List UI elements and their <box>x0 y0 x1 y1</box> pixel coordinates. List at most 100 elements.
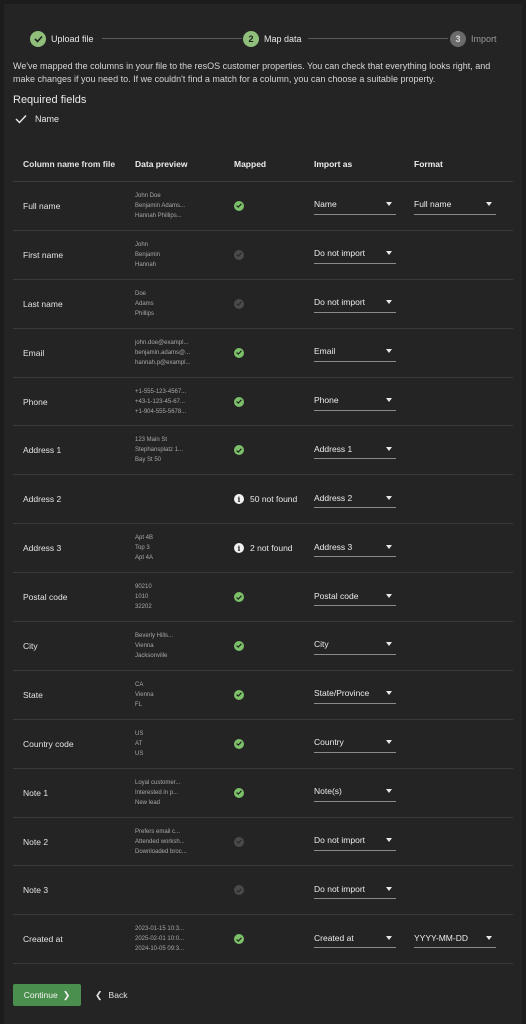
header-format: Format <box>414 158 443 169</box>
import-as-cell: Do not import <box>314 246 414 264</box>
footer-actions: Continue ❯ ❮ Back <box>13 984 127 1006</box>
caret-down-icon <box>386 789 392 794</box>
mapped-status-cell: i 2 not found <box>225 543 314 554</box>
select-value: State/Province <box>314 688 370 699</box>
import-as-select[interactable]: Do not import <box>314 881 396 900</box>
column-name-cell: State <box>23 689 43 700</box>
header-data-preview: Data preview <box>135 158 188 169</box>
preview-value: Prefers email c... <box>135 828 181 835</box>
select-value: Email <box>314 346 336 357</box>
import-as-select[interactable]: City <box>314 637 396 655</box>
table-row: Email john.doe@exampl... benjamin.adams@..… <box>13 329 513 378</box>
import-as-cell: Address 1 <box>314 441 414 460</box>
select-value: Do not import <box>314 248 366 259</box>
preview-value: Adams <box>135 300 154 307</box>
continue-button[interactable]: Continue ❯ <box>13 984 81 1006</box>
mapped-status-cell <box>225 689 314 700</box>
preview-value: 2025-02-01 10:0... <box>135 936 185 943</box>
required-field-label: Name <box>35 114 60 124</box>
preview-value: Top 3 <box>135 545 150 552</box>
column-name-cell: City <box>23 640 38 651</box>
column-name-cell: Address 2 <box>23 494 62 505</box>
preview-value: 1010 <box>135 594 149 601</box>
check-circle-icon <box>234 738 244 749</box>
mapped-status-cell <box>225 934 314 945</box>
select-value: Postal code <box>314 590 359 601</box>
import-as-select[interactable]: Created at <box>314 930 396 949</box>
import-as-select[interactable]: Address 2 <box>314 490 396 509</box>
preview-value: +43-1-123-45-67... <box>135 398 185 405</box>
caret-down-icon <box>386 593 392 598</box>
step-import: 3 Import <box>450 30 497 48</box>
mapped-status-cell: i 50 not found <box>225 494 314 505</box>
step-label: Upload file <box>51 34 94 44</box>
mapped-status-cell <box>225 640 314 651</box>
step-map-data: 2 Map data <box>243 30 302 48</box>
import-as-select[interactable]: Phone <box>314 393 396 411</box>
column-name-cell: Created at <box>23 934 63 945</box>
column-name-cell: Email <box>23 347 45 358</box>
import-as-select[interactable]: State/Province <box>314 686 396 704</box>
select-value: Address 2 <box>314 492 353 503</box>
caret-down-icon <box>386 202 392 207</box>
format-select[interactable]: Full name <box>414 197 496 215</box>
preview-value: Loyal customer... <box>135 779 181 786</box>
check-circle-icon <box>234 200 244 211</box>
check-circle-disabled-icon <box>234 249 244 260</box>
import-as-select[interactable]: Address 1 <box>314 441 396 460</box>
preview-value: US <box>135 730 144 737</box>
info-icon: i <box>234 494 244 505</box>
preview-value: US <box>135 750 144 757</box>
import-as-cell: State/Province <box>314 686 414 704</box>
not-found-text: 50 not found <box>250 494 298 505</box>
check-circle-icon <box>234 396 244 407</box>
continue-label: Continue <box>23 990 58 1000</box>
import-as-cell: Country <box>314 735 414 753</box>
check-circle-disabled-icon <box>234 836 244 847</box>
import-as-select[interactable]: Country <box>314 735 396 753</box>
import-as-select[interactable]: Address 3 <box>314 539 396 558</box>
import-as-select[interactable]: Do not import <box>314 833 396 851</box>
import-as-select[interactable]: Name <box>314 197 396 215</box>
chevron-left-icon: ❮ <box>95 989 103 1000</box>
preview-value: john.doe@exampl... <box>135 339 189 346</box>
intro-text: We've mapped the columns in your file to… <box>13 61 491 84</box>
check-circle-icon <box>234 640 244 651</box>
preview-value: Hannah Phillips... <box>135 212 182 219</box>
preview-value: Vienna <box>135 642 154 649</box>
header-mapped: Mapped <box>234 158 267 169</box>
caret-down-icon <box>386 886 392 891</box>
caret-down-icon <box>386 740 392 745</box>
select-value: Do not import <box>314 883 366 894</box>
check-circle-icon <box>234 445 244 456</box>
caret-down-icon <box>386 495 392 500</box>
format-select[interactable]: YYYY-MM-DD <box>414 930 496 949</box>
stepper-line-1 <box>102 38 242 39</box>
column-name-cell: Note 3 <box>23 885 49 896</box>
import-as-select[interactable]: Postal code <box>314 588 396 607</box>
import-as-select[interactable]: Note(s) <box>314 784 396 802</box>
select-value: Do not import <box>314 835 366 846</box>
check-icon <box>30 31 46 47</box>
step-number: 2 <box>243 31 259 47</box>
import-as-select[interactable]: Do not import <box>314 295 396 313</box>
data-preview-cell: John Benjamin Hannah <box>135 240 225 270</box>
select-value: YYYY-MM-DD <box>414 932 468 943</box>
back-button[interactable]: ❮ Back <box>95 990 127 1001</box>
select-value: Full name <box>414 199 452 210</box>
check-circle-icon <box>234 347 244 358</box>
format-cell: Full name <box>414 197 513 215</box>
data-preview-cell: Beverly Hills... Vienna Jacksonville <box>135 631 225 661</box>
mapped-status-cell <box>225 592 314 603</box>
import-as-cell: Address 2 <box>314 490 414 509</box>
caret-down-icon <box>386 251 392 256</box>
mapped-status-cell <box>225 249 314 260</box>
import-as-select[interactable]: Email <box>314 344 396 362</box>
column-name-cell: Note 1 <box>23 787 49 798</box>
import-as-select[interactable]: Do not import <box>314 246 396 264</box>
preview-value: Benjamin <box>135 251 161 258</box>
required-fields-title: Required fields <box>13 94 87 106</box>
caret-down-icon <box>386 838 392 843</box>
import-as-cell: Note(s) <box>314 784 414 802</box>
preview-value: FL <box>135 701 143 708</box>
